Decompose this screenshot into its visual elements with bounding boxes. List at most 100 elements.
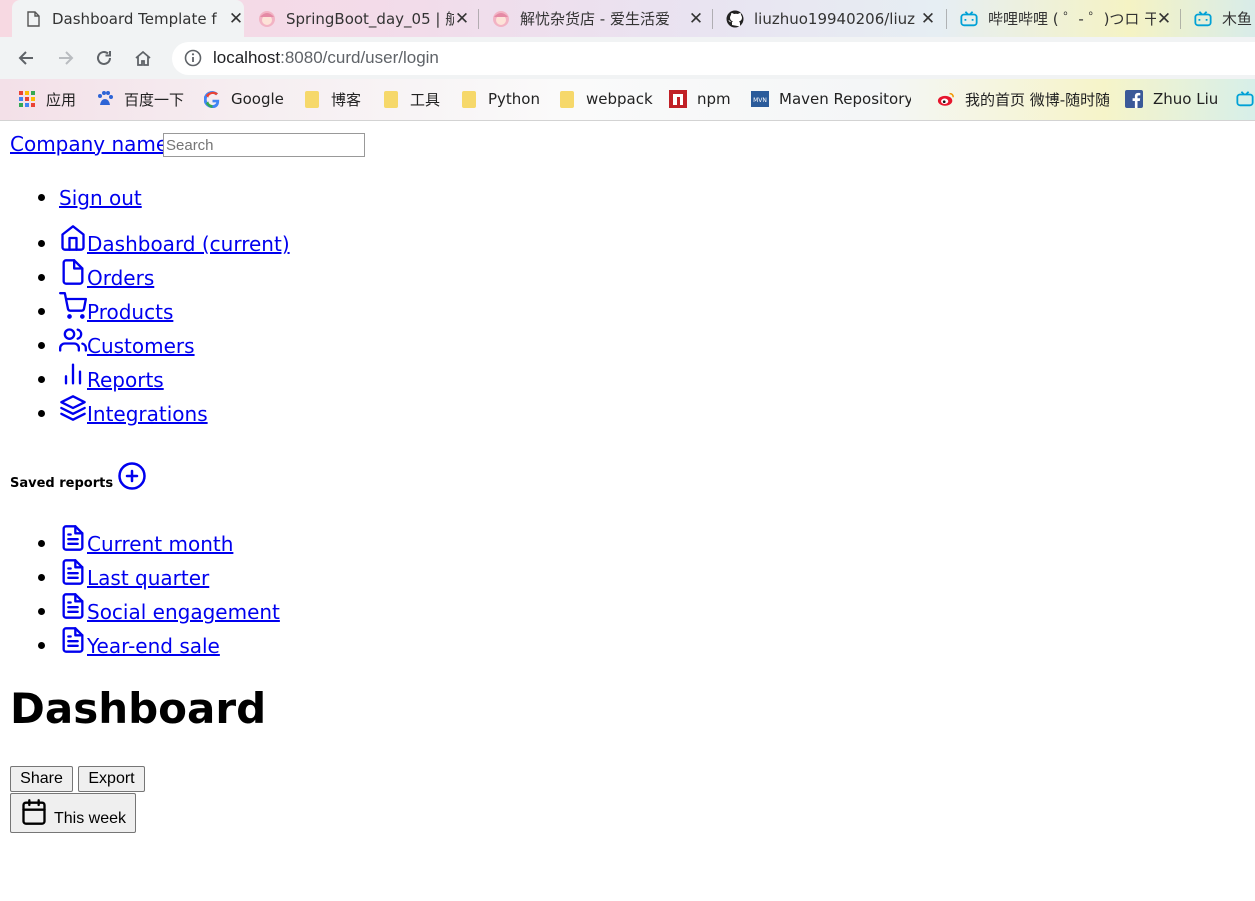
add-report-button[interactable] <box>113 461 147 491</box>
weibo-icon <box>937 90 955 108</box>
plus-circle-icon <box>118 462 146 490</box>
browser-tab-strip: Dashboard Template f ✕ SpringBoot_day_05… <box>0 0 1255 37</box>
close-tab-icon[interactable]: ✕ <box>454 9 470 29</box>
report-current-month[interactable]: Current month <box>59 524 233 556</box>
report-last-quarter[interactable]: Last quarter <box>59 558 209 590</box>
close-tab-icon[interactable]: ✕ <box>688 9 704 29</box>
anime-avatar-icon <box>492 10 510 28</box>
bookmark-folder-blog[interactable]: 博客 <box>303 87 361 111</box>
sign-out-link[interactable]: Sign out <box>59 186 142 210</box>
facebook-icon <box>1125 90 1143 108</box>
export-button[interactable]: Export <box>78 766 145 792</box>
bookmark-label: Google <box>231 90 284 108</box>
bookmarks-bar: 应用 百度一下 Google 博客 工具 Python webpack npm … <box>0 79 1255 121</box>
file-text-icon <box>62 525 84 551</box>
bookmark-folder-webpack[interactable]: webpack <box>558 87 653 111</box>
folder-icon <box>558 90 576 108</box>
search-input[interactable] <box>163 133 365 157</box>
arrow-left-icon <box>18 51 33 65</box>
bookmark-google[interactable]: Google <box>203 87 284 111</box>
bookmark-weibo[interactable]: 我的首页 微博-随时随 <box>937 87 1109 111</box>
sidebar-item-orders[interactable]: Orders <box>59 258 154 290</box>
tab-muyu[interactable]: 木鱼 <box>1194 0 1255 37</box>
sidebar-item-customers[interactable]: Customers <box>59 326 195 358</box>
sidebar-item-integrations[interactable]: Integrations <box>59 394 208 426</box>
bookmark-facebook[interactable]: Zhuo Liu <box>1125 87 1218 111</box>
brand-link[interactable]: Company name <box>10 132 168 156</box>
sidebar-item-label: Products <box>87 300 174 324</box>
page-icon <box>24 10 42 28</box>
bookmark-label: 工具 <box>410 90 441 109</box>
report-label: Social engagement <box>87 600 280 624</box>
this-week-button[interactable]: This week <box>10 793 136 833</box>
bilibili-icon <box>1194 10 1212 28</box>
bookmark-label: 应用 <box>46 90 77 109</box>
close-tab-icon[interactable]: ✕ <box>1156 9 1172 29</box>
shopping-cart-icon <box>59 292 87 319</box>
bookmark-label: Maven Repository: <box>779 90 911 108</box>
tab-springboot[interactable]: SpringBoot_day_05 | 航 ✕ <box>258 0 470 37</box>
file-text-icon <box>62 627 84 653</box>
bookmark-folder-python[interactable]: Python <box>460 87 540 111</box>
arrow-right-icon <box>59 51 74 65</box>
tab-title: 解忧杂货店 - 爱生活爱 <box>520 10 670 28</box>
calendar-icon <box>22 799 46 825</box>
bar-chart-icon <box>64 363 82 385</box>
folder-icon <box>460 90 478 108</box>
github-icon <box>726 10 744 28</box>
forward-button[interactable] <box>52 44 80 72</box>
this-week-label: This week <box>53 810 127 827</box>
home-button[interactable] <box>129 44 157 72</box>
page-content: Company name Sign out Dashboard (current… <box>0 121 1255 901</box>
report-year-end-sale[interactable]: Year-end sale <box>59 626 220 658</box>
reload-button[interactable] <box>90 44 118 72</box>
sign-out-label: Sign out <box>59 186 142 210</box>
tab-github[interactable]: liuzhuo19940206/liuz ✕ <box>726 0 936 37</box>
home-icon <box>135 50 151 66</box>
url-text: localhost:8080/curd/user/login <box>213 48 439 67</box>
sidebar-item-label: Integrations <box>87 402 208 426</box>
close-tab-icon[interactable]: ✕ <box>920 9 936 29</box>
sidebar-item-label: Reports <box>87 368 164 392</box>
bookmark-label: Python <box>488 90 540 108</box>
saved-reports-label: Saved reports <box>10 476 114 491</box>
bookmark-baidu[interactable]: 百度一下 <box>96 87 184 111</box>
sidebar-item-label: Dashboard (current) <box>87 232 290 256</box>
sidebar-item-products[interactable]: Products <box>59 292 173 324</box>
apps-grid-icon <box>18 90 36 108</box>
sidebar-item-reports[interactable]: Reports <box>59 360 164 392</box>
info-icon[interactable] <box>184 49 202 71</box>
share-button[interactable]: Share <box>10 766 73 792</box>
home-icon <box>61 225 85 251</box>
bilibili-icon <box>1236 90 1254 108</box>
npm-icon <box>669 90 687 108</box>
svg-text:MVN: MVN <box>753 97 767 104</box>
tab-jieyou[interactable]: 解忧杂货店 - 爱生活爱 ✕ <box>492 0 704 37</box>
tab-title: Dashboard Template f <box>52 9 217 28</box>
layers-icon <box>60 395 86 421</box>
bookmark-label: 博客 <box>331 90 362 109</box>
bookmark-npm[interactable]: npm <box>669 87 731 111</box>
tab-title: liuzhuo19940206/liuz <box>754 9 916 28</box>
bookmark-maven[interactable]: MVN Maven Repository: <box>751 87 911 111</box>
bookmark-folder-tools[interactable]: 工具 <box>382 87 440 111</box>
bookmark-apps[interactable]: 应用 <box>18 87 76 111</box>
baidu-icon <box>96 90 114 108</box>
address-bar[interactable]: localhost:8080/curd/user/login <box>172 42 1255 75</box>
bookmark-label: 百度一下 <box>124 90 185 109</box>
browser-toolbar: localhost:8080/curd/user/login <box>0 37 1255 79</box>
close-tab-icon[interactable]: ✕ <box>228 9 244 29</box>
bookmark-overflow[interactable] <box>1236 87 1255 111</box>
report-social-engagement[interactable]: Social engagement <box>59 592 280 624</box>
file-text-icon <box>62 593 84 619</box>
saved-reports-heading: Saved reports <box>10 461 147 491</box>
sidebar-item-dashboard[interactable]: Dashboard (current) <box>59 224 290 256</box>
maven-icon: MVN <box>751 90 769 108</box>
bookmark-label: 我的首页 微博-随时随 <box>965 90 1109 109</box>
tab-bilibili[interactable]: 哔哩哔哩 ( ゜- ゜)つロ 干 ✕ <box>960 0 1172 37</box>
tab-dashboard-template[interactable]: Dashboard Template f ✕ <box>12 0 244 37</box>
report-label: Year-end sale <box>87 634 220 658</box>
back-button[interactable] <box>12 44 40 72</box>
users-icon <box>59 328 87 352</box>
tab-title: SpringBoot_day_05 | 航 <box>286 10 454 28</box>
